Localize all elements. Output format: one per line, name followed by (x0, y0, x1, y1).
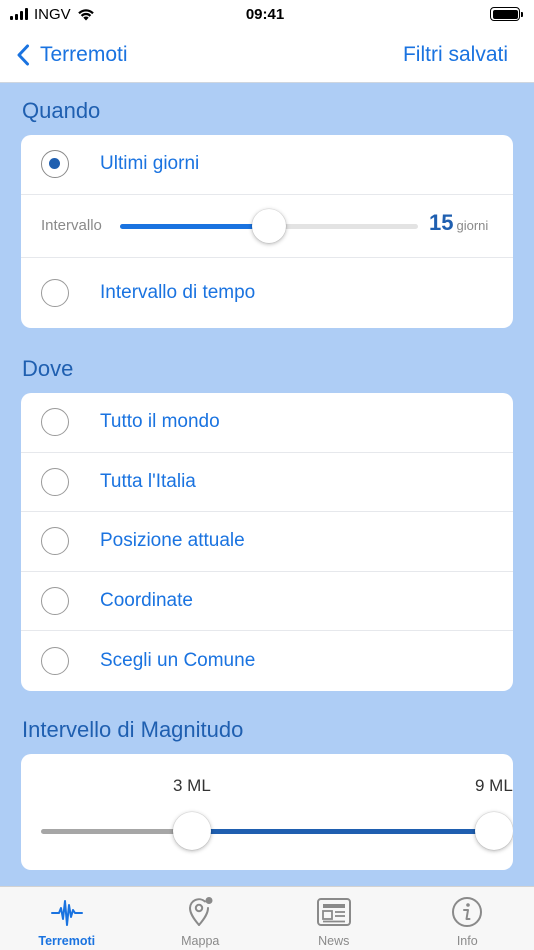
option-tutto-il-mondo[interactable]: Tutto il mondo (21, 393, 513, 453)
wifi-icon (77, 8, 95, 21)
radio-tutto-il-mondo[interactable] (41, 408, 69, 437)
magnitude-min-label: 3 ML (173, 776, 211, 795)
radio-ultimi-giorni[interactable] (41, 150, 69, 179)
option-label: Ultimi giorni (100, 153, 200, 175)
option-label: Intervallo di tempo (100, 281, 256, 303)
option-ultimi-giorni[interactable]: Ultimi giorni (21, 135, 513, 195)
option-posizione-attuale[interactable]: Posizione attuale (21, 512, 513, 572)
interval-slider-fill (120, 223, 269, 229)
back-button[interactable]: Terremoti (16, 43, 128, 67)
magnitudo-card: 3 ML 9 ML (21, 754, 513, 870)
tab-label: Info (456, 934, 478, 948)
option-tutta-italia[interactable]: Tutta l'Italia (21, 453, 513, 512)
dove-card: Tutto il mondo Tutta l'Italia Posizione … (21, 393, 513, 691)
signal-icon (10, 8, 28, 20)
filter-content[interactable]: Quando Ultimi giorni Intervallo 15 giorn… (0, 84, 534, 886)
tab-label: Terremoti (38, 934, 96, 948)
section-title-quando: Quando (22, 98, 101, 123)
status-time: 09:41 (245, 5, 285, 23)
interval-unit: giorni (456, 217, 489, 233)
interval-number: 15 (429, 209, 454, 235)
carrier-name: INGV (34, 5, 71, 23)
interval-row: Intervallo 15 giorni (21, 195, 513, 258)
navigation-bar: Terremoti Filtri salvati (0, 28, 534, 83)
option-coordinate[interactable]: Coordinate (21, 572, 513, 631)
radio-intervallo-di-tempo[interactable] (41, 278, 69, 307)
option-label: Posizione attuale (100, 530, 245, 552)
status-bar: INGV 09:41 (0, 0, 534, 28)
info-icon (452, 897, 483, 927)
radio-tutta-italia[interactable] (41, 467, 69, 496)
radio-posizione-attuale[interactable] (41, 527, 69, 556)
saved-filters-button[interactable]: Filtri salvati (403, 43, 508, 67)
tab-terremoti[interactable]: Terremoti (0, 887, 134, 950)
chevron-left-icon (17, 44, 29, 66)
magnitude-min-thumb[interactable] (173, 812, 211, 850)
battery-icon (490, 7, 523, 21)
tab-news[interactable]: News (267, 887, 401, 950)
tab-mappa[interactable]: Mappa (134, 887, 268, 950)
option-label: Scegli un Comune (100, 649, 256, 671)
tab-bar: Terremoti Mappa News Info (0, 886, 534, 950)
section-title-magnitudo: Intervello di Magnitudo (22, 717, 244, 742)
option-scegli-comune[interactable]: Scegli un Comune (21, 631, 513, 691)
magnitude-max-label: 9 ML (475, 776, 513, 795)
map-pin-icon (189, 897, 213, 926)
option-intervallo-di-tempo[interactable]: Intervallo di tempo (21, 258, 513, 328)
interval-label: Intervallo (41, 216, 102, 234)
newspaper-icon (316, 898, 351, 926)
tab-label: Mappa (181, 934, 220, 948)
interval-slider-thumb[interactable] (252, 208, 286, 243)
option-label: Tutto il mondo (100, 411, 220, 433)
radio-coordinate[interactable] (41, 586, 69, 615)
interval-value: 15 giorni (429, 210, 488, 236)
magnitude-range-slider[interactable] (41, 812, 513, 850)
seismograph-icon (50, 900, 83, 926)
option-label: Tutta l'Italia (100, 470, 196, 492)
status-right (400, 7, 523, 21)
quando-card: Ultimi giorni Intervallo 15 giorni Inter… (21, 135, 513, 328)
tab-label: News (318, 934, 350, 948)
magnitude-max-thumb[interactable] (475, 812, 513, 850)
back-button-label: Terremoti (40, 43, 128, 66)
magnitude-range-fill (192, 829, 494, 834)
radio-scegli-comune[interactable] (41, 646, 69, 675)
status-left: INGV (10, 6, 130, 23)
section-title-dove: Dove (22, 356, 74, 381)
interval-slider[interactable] (120, 208, 418, 243)
option-label: Coordinate (100, 589, 193, 611)
tab-info[interactable]: Info (401, 887, 534, 950)
